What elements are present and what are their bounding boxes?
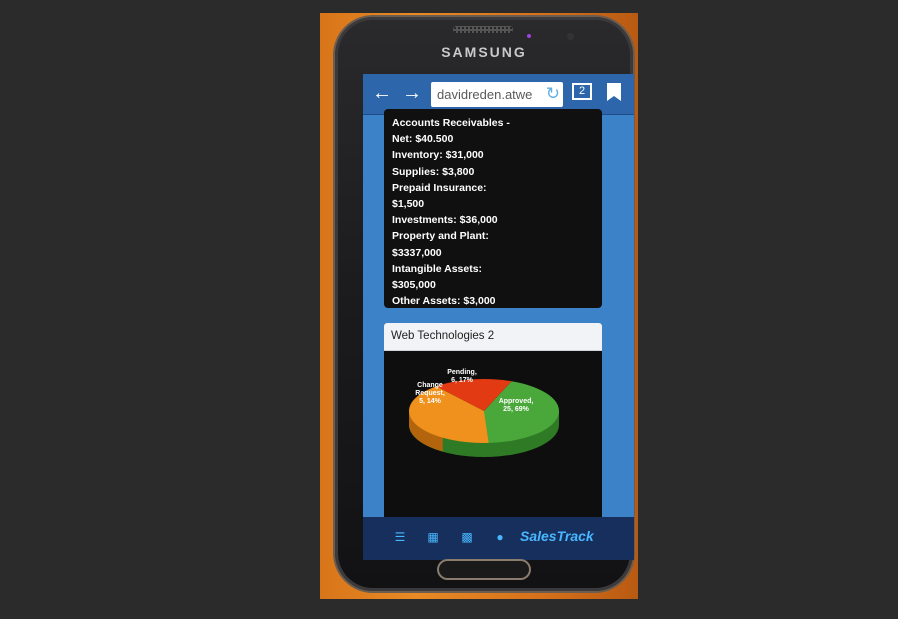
bookmark-icon[interactable] [607,83,621,101]
asset-line: Other Assets: $3,000 [392,295,496,308]
asset-line: Intangible Assets: [392,262,483,275]
asset-line: $3337,000 [392,246,442,259]
home-button[interactable] [439,561,529,578]
asset-line: Prepaid Insurance: [392,181,487,194]
asset-line: Inventory: $31,000 [392,149,484,162]
photo-background: SAMSUNG ← → davidreden.atwe ↻ 2 Accounts… [320,13,638,599]
url-field[interactable]: davidreden.atwe ↻ [431,82,563,107]
front-camera [567,33,574,40]
pie-label: Pending, 6, 17% [447,369,477,384]
url-text: davidreden.atwe [437,87,533,102]
earpiece-grille [453,26,513,33]
pie-chart: Approved, 25, 69% Pending, 6, 17%Change Requ… [408,369,559,457]
app-bottom-nav: ☰ ▦ ▩ ● SalesTrack [363,517,634,560]
chart-title: Web Technologies 2 [384,323,602,351]
menu-icon[interactable]: ☰ [394,531,406,543]
phone-body: SAMSUNG ← → davidreden.atwe ↻ 2 Accounts… [335,17,634,591]
user-icon[interactable]: ● [494,531,506,543]
arrow-left-icon[interactable]: ← [369,80,395,106]
asset-line: Net: $40.500 [392,133,454,146]
asset-line: $1,500 [392,198,425,211]
assets-card: Accounts Receivables - Net: $40.500 Inve… [384,109,602,308]
pie-label: Approved, 25, 69% [499,398,534,413]
asset-line: Accounts Receivables - [392,117,510,129]
table-icon[interactable]: ▩ [461,531,473,543]
asset-line: Investments: $36,000 [392,214,498,227]
phone-screen[interactable]: ← → davidreden.atwe ↻ 2 Accounts Receiva… [363,74,634,560]
asset-line: Supplies: $3,800 [392,165,475,178]
arrow-right-icon[interactable]: → [399,80,425,106]
notification-led [527,34,531,38]
salestrack-logo: SalesTrack [520,528,594,544]
tabs-button[interactable]: 2 [572,83,592,100]
refresh-icon[interactable]: ↻ [546,84,560,104]
brand-logo: SAMSUNG [441,44,527,60]
grid-icon[interactable]: ▦ [427,531,439,543]
asset-line: Property and Plant: [392,230,489,243]
page-content: Accounts Receivables - Net: $40.500 Inve… [363,109,634,523]
asset-line: $305,000 [392,279,436,292]
pie-label: Change Request, 5, 14% [415,382,445,405]
tab-count: 2 [578,85,586,97]
chart-card: Web Technologies 2 Approved, 25, 69% Pendi… [384,323,602,523]
